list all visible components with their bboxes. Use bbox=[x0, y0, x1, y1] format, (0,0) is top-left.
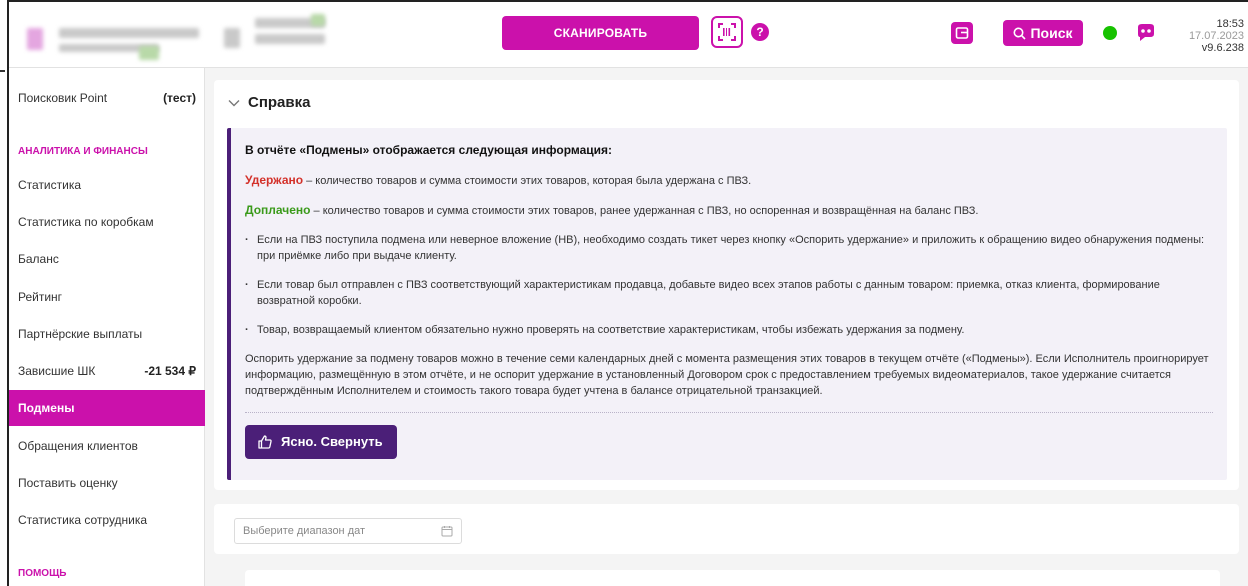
reference-bullet-1: Если на ПВЗ поступила подмена или неверн… bbox=[245, 232, 1213, 264]
main-content: Справка В отчёте «Подмены» отображается … bbox=[205, 68, 1248, 586]
user-role bbox=[255, 34, 325, 44]
sidebar-item-label: Поисковик Point bbox=[18, 91, 108, 105]
paid-definition: Доплачено – количество товаров и сумма с… bbox=[245, 202, 1213, 219]
sidebar-item-label: Баланс bbox=[18, 252, 59, 266]
barcode-scanner-button[interactable] bbox=[711, 16, 743, 48]
paid-text: – количество товаров и сумма стоимости э… bbox=[310, 205, 979, 217]
sidebar-item-balance[interactable]: Баланс bbox=[9, 241, 205, 277]
sidebar-item-point-search[interactable]: Поисковик Point (тест) bbox=[9, 80, 205, 116]
wallet-icon bbox=[955, 27, 969, 39]
test-badge: (тест) bbox=[163, 91, 196, 105]
help-button[interactable]: ? bbox=[751, 23, 769, 41]
scan-button[interactable]: СКАНИРОВАТЬ bbox=[502, 16, 699, 50]
pickup-point-name bbox=[59, 28, 199, 38]
collapse-button[interactable]: Ясно. Свернуть bbox=[245, 425, 397, 459]
support-chat-icon[interactable] bbox=[1135, 23, 1157, 43]
sidebar-item-label: Партнёрские выплаты bbox=[18, 327, 143, 341]
sidebar-item-label: Поставить оценку bbox=[18, 476, 118, 490]
reference-bullet-2: Если товар был отправлен с ПВЗ соответст… bbox=[245, 277, 1213, 309]
app-version: v9.6.238 bbox=[1201, 42, 1244, 54]
sidebar-item-label: Статистика по коробкам bbox=[18, 215, 154, 229]
search-button[interactable]: Поиск bbox=[1003, 20, 1083, 46]
reference-bullet-3: Товар, возвращаемый клиентом обязательно… bbox=[245, 322, 1213, 338]
chevron-down-icon bbox=[228, 99, 240, 106]
sidebar-item-label: Подмены bbox=[18, 401, 75, 415]
reference-info-box: В отчёте «Подмены» отображается следующа… bbox=[227, 128, 1227, 480]
barcode-icon bbox=[718, 23, 736, 41]
withheld-term: Удержано bbox=[245, 173, 304, 187]
reference-paragraph: Оспорить удержание за подмену товаров мо… bbox=[245, 353, 1209, 397]
sidebar-item-partner-payouts[interactable]: Партнёрские выплаты bbox=[9, 316, 205, 352]
thumbs-up-icon bbox=[258, 435, 272, 449]
app-window: СКАНИРОВАТЬ ? Поиск 18:53 17.07.2023 v9.… bbox=[7, 0, 1248, 586]
search-button-label: Поиск bbox=[1030, 25, 1073, 41]
paid-term: Доплачено bbox=[245, 203, 311, 217]
clock: 18:53 17.07.2023 v9.6.238 bbox=[1189, 18, 1244, 54]
sidebar: Поисковик Point (тест) АНАЛИТИКА И ФИНАН… bbox=[9, 68, 205, 586]
current-time: 18:53 bbox=[1216, 18, 1244, 30]
user-status bbox=[311, 14, 325, 26]
sidebar-item-label: Обращения клиентов bbox=[18, 439, 138, 453]
wallet-button[interactable] bbox=[951, 22, 973, 44]
sidebar-section-help: ПОМОЩЬ bbox=[18, 568, 67, 579]
sidebar-item-stuck-barcodes[interactable]: Зависшие ШК -21 534 ₽ bbox=[9, 353, 205, 389]
stuck-barcodes-amount: -21 534 ₽ bbox=[144, 364, 196, 378]
current-date: 17.07.2023 bbox=[1188, 30, 1244, 42]
divider bbox=[245, 412, 1213, 413]
report-table-card bbox=[245, 570, 1220, 586]
user-info bbox=[224, 28, 240, 48]
sidebar-item-box-statistics[interactable]: Статистика по коробкам bbox=[9, 204, 205, 240]
search-icon bbox=[1013, 27, 1027, 40]
sidebar-item-employee-statistics[interactable]: Статистика сотрудника bbox=[9, 502, 205, 538]
sidebar-item-label: Рейтинг bbox=[18, 290, 63, 304]
pickup-point-tag bbox=[139, 46, 159, 60]
sidebar-item-substitutions[interactable]: Подмены bbox=[9, 390, 205, 426]
sidebar-section-analytics: АНАЛИТИКА И ФИНАНСЫ bbox=[18, 146, 148, 157]
online-status-indicator bbox=[1103, 26, 1117, 40]
window-edge-marker bbox=[0, 70, 5, 72]
withheld-definition: Удержано – количество товаров и сумма ст… bbox=[245, 172, 1213, 189]
sidebar-item-customer-requests[interactable]: Обращения клиентов bbox=[9, 428, 205, 464]
reference-lead: В отчёте «Подмены» отображается следующа… bbox=[245, 143, 613, 157]
top-header: СКАНИРОВАТЬ ? Поиск 18:53 17.07.2023 v9.… bbox=[9, 2, 1248, 68]
sidebar-item-label: Зависшие ШК bbox=[18, 364, 96, 378]
date-range-placeholder: Выберите диапазон дат bbox=[243, 525, 366, 537]
sidebar-item-statistics[interactable]: Статистика bbox=[9, 167, 205, 203]
filters-card: Выберите диапазон дат bbox=[214, 504, 1239, 554]
sidebar-item-label: Статистика сотрудника bbox=[18, 513, 148, 527]
reference-title: Справка bbox=[248, 94, 311, 111]
reference-toggle[interactable]: Справка bbox=[228, 94, 310, 111]
withheld-text: – количество товаров и сумма стоимости э… bbox=[303, 175, 752, 187]
date-range-input[interactable]: Выберите диапазон дат bbox=[234, 518, 462, 544]
collapse-button-label: Ясно. Свернуть bbox=[281, 434, 383, 449]
reference-card: Справка В отчёте «Подмены» отображается … bbox=[214, 80, 1239, 490]
sidebar-item-label: Статистика bbox=[18, 178, 82, 192]
logo bbox=[27, 28, 43, 50]
sidebar-item-rate[interactable]: Поставить оценку bbox=[9, 465, 205, 501]
sidebar-item-rating[interactable]: Рейтинг bbox=[9, 279, 205, 315]
calendar-icon bbox=[441, 526, 453, 537]
